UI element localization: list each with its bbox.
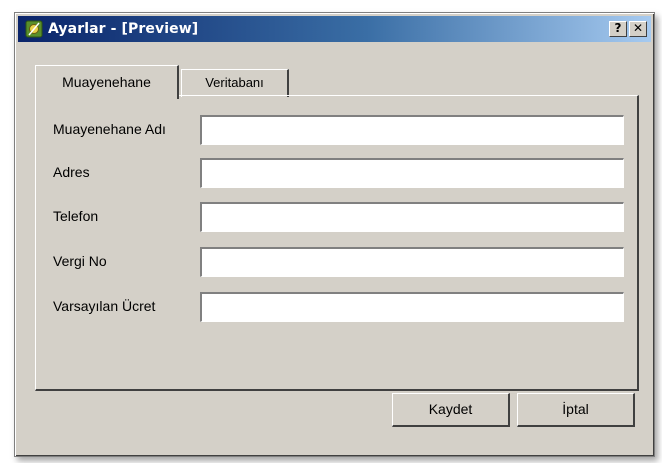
cancel-button[interactable]: İptal: [517, 393, 635, 427]
tab-veritabani[interactable]: Veritabanı: [181, 69, 289, 97]
window-title: Ayarlar - [Preview]: [48, 21, 199, 37]
settings-dialog: Ayarlar - [Preview] ? ✕ Muayenehane Veri…: [14, 12, 655, 457]
save-button[interactable]: Kaydet: [392, 393, 510, 427]
close-button[interactable]: ✕: [629, 21, 647, 37]
title-bar[interactable]: Ayarlar - [Preview] ? ✕: [18, 16, 651, 42]
tab-muayenehane[interactable]: Muayenehane: [35, 65, 179, 99]
tab-panel: [35, 95, 639, 391]
app-icon: [25, 20, 43, 38]
help-button[interactable]: ?: [609, 21, 627, 37]
